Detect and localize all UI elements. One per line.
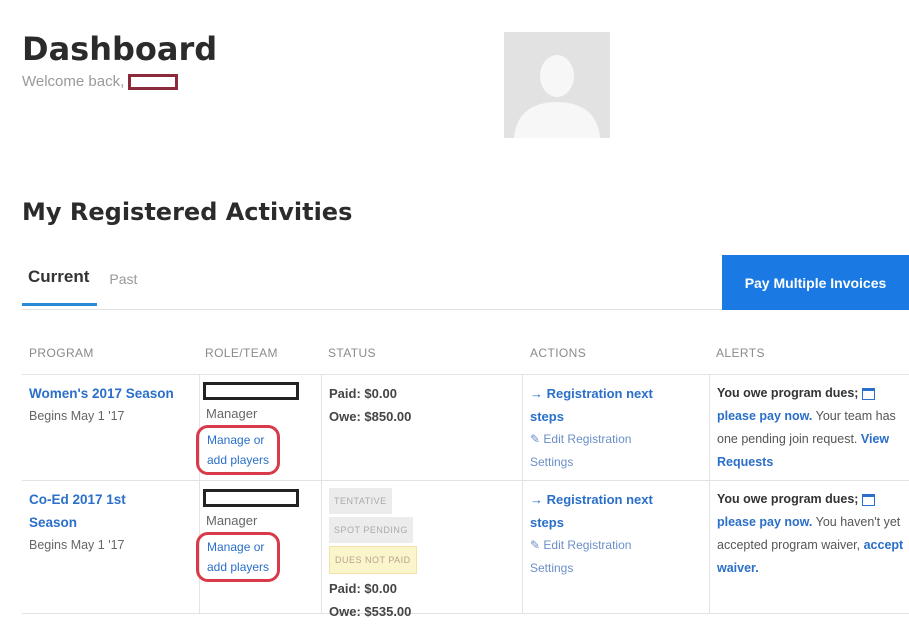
manage-line-1: Manage or [207,433,265,447]
user-avatar-icon [504,32,610,138]
manage-line-2: add players [207,453,270,467]
manage-line-2: add players [207,560,270,574]
actions-cell: → Registration next steps ✎ Edit Registr… [530,382,705,474]
column-header-program: PROGRAM [29,346,94,360]
column-header-actions: ACTIONS [530,346,587,360]
welcome-text: Welcome back, [22,73,125,90]
owe-amount: Owe: $535.00 [329,604,412,619]
status-badge-dues-not-paid: DUES NOT PAID [329,546,417,574]
actions-cell: → Registration next steps ✎ Edit Registr… [530,488,705,580]
tab-current[interactable]: Current [22,265,98,306]
next-steps-line-2: steps [530,409,564,424]
credit-card-icon [861,387,875,400]
column-header-role-team: ROLE/TEAM [205,346,278,360]
program-begins: Begins May 1 '17 [29,409,125,423]
avatar [504,32,610,138]
column-divider [321,374,322,613]
paid-amount: Paid: $0.00 [329,581,397,596]
tab-past[interactable]: Past [109,271,137,306]
pay-multiple-invoices-button[interactable]: Pay Multiple Invoices [722,255,909,310]
credit-card-icon [861,493,875,506]
program-begins: Begins May 1 '17 [29,538,125,552]
edit-icon: ✎ [530,538,544,552]
program-link[interactable]: Women's 2017 Season [29,382,197,405]
next-steps-line-2: steps [530,515,564,530]
status-badge-tentative: TENTATIVE [329,488,392,514]
edit-icon: ✎ [530,432,544,446]
edit-line-2: Settings [530,561,574,575]
welcome-message: Welcome back, [22,73,179,90]
role-label: Manager [206,406,258,421]
table-bottom-divider [22,613,909,614]
program-cell: Co-Ed 2017 1st Season Begins May 1 '17 [29,488,197,557]
program-link[interactable]: Co-Ed 2017 1st Season [29,488,139,534]
redacted-team-name [203,489,299,507]
status-badge-spot-pending: SPOT PENDING [329,517,413,543]
edit-line-1: Edit Registration [543,432,632,446]
column-divider [709,374,710,613]
manage-line-1: Manage or [207,540,265,554]
column-divider [522,374,523,613]
next-steps-line-1: → Registration next [530,386,653,401]
edit-registration-settings-link[interactable]: ✎ Edit Registration Settings [530,534,705,580]
role-label: Manager [206,513,258,528]
status-cell: TENTATIVE SPOT PENDING DUES NOT PAID Pai… [329,488,417,623]
paid-amount: Paid: $0.00 [329,386,397,401]
redacted-username [128,73,179,90]
program-cell: Women's 2017 Season Begins May 1 '17 [29,382,197,428]
registration-next-steps-link[interactable]: → Registration next steps [530,382,705,428]
redacted-team-name [203,382,299,400]
edit-registration-settings-link[interactable]: ✎ Edit Registration Settings [530,428,705,474]
owe-amount: Owe: $850.00 [329,409,412,424]
edit-line-2: Settings [530,455,574,469]
status-cell: Paid: $0.00 Owe: $850.00 [329,382,411,428]
edit-line-1: Edit Registration [543,538,632,552]
column-header-status: STATUS [328,346,376,360]
row-divider [22,480,909,481]
next-steps-line-1: → Registration next [530,492,653,507]
section-title: My Registered Activities [22,198,353,226]
alert-lead: You owe program dues; [717,386,859,400]
activity-tabs: Current Past [22,265,137,306]
column-header-alerts: ALERTS [716,346,765,360]
alert-cell: You owe program dues; please pay now. Yo… [717,382,907,474]
registration-next-steps-link[interactable]: → Registration next steps [530,488,705,534]
page-title: Dashboard [22,30,218,68]
alert-lead: You owe program dues; [717,492,859,506]
manage-players-link[interactable]: Manage or add players [196,425,281,475]
table-header-divider [22,374,909,375]
alert-cell: You owe program dues; please pay now. Yo… [717,488,907,580]
manage-players-link[interactable]: Manage or add players [196,532,281,582]
